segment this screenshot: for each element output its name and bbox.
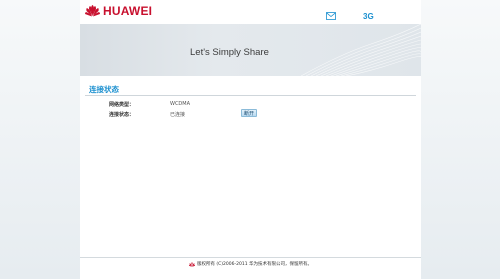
- huawei-logo: HUAWEI: [85, 4, 152, 18]
- huawei-small-logo-icon: [188, 261, 195, 267]
- connection-status-value: 已连接: [170, 112, 186, 118]
- right-margin: [421, 0, 500, 279]
- section-divider: [85, 95, 416, 96]
- banner: Let's Simply Share: [80, 24, 421, 76]
- network-type-value: WCDMA: [170, 101, 191, 107]
- banner-slogan: Let's Simply Share: [190, 47, 269, 58]
- footer: 版权所有 (C)2006-2011 华为技术有限公司，保留所有。: [80, 259, 421, 269]
- footer-divider: [80, 257, 421, 258]
- top-bar: HUAWEI 3G: [80, 0, 421, 24]
- connection-status-label: 连接状态：: [109, 112, 135, 118]
- network-type-label: 网络类型：: [109, 102, 135, 108]
- brand-name: HUAWEI: [103, 4, 153, 18]
- huawei-flower-icon: [85, 5, 100, 17]
- main-frame: HUAWEI 3G Let's Simply Share 连接状态 网络类型： …: [80, 0, 421, 279]
- network-type-indicator: 3G: [363, 12, 374, 21]
- mail-icon[interactable]: [326, 12, 336, 20]
- left-margin: [0, 0, 80, 279]
- disconnect-button[interactable]: 断开: [241, 109, 257, 117]
- section-title: 连接状态: [89, 85, 119, 94]
- copyright-text: 版权所有 (C)2006-2011 华为技术有限公司，保留所有。: [196, 262, 313, 267]
- banner-waves: [300, 24, 421, 76]
